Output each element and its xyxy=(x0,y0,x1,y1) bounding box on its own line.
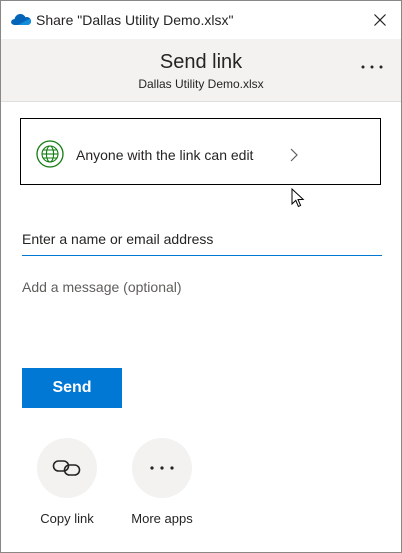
onedrive-cloud-icon xyxy=(11,14,32,25)
mouse-cursor-icon xyxy=(291,188,305,208)
copy-link-circle[interactable] xyxy=(37,438,97,498)
share-dialog: Share "Dallas Utility Demo.xlsx" Send li… xyxy=(0,0,402,553)
more-apps-circle[interactable] xyxy=(132,438,192,498)
title-bar: Share "Dallas Utility Demo.xlsx" xyxy=(1,1,401,39)
copy-link-label: Copy link xyxy=(40,511,94,526)
globe-icon xyxy=(36,140,64,168)
send-button[interactable]: Send xyxy=(22,368,122,408)
chevron-right-icon xyxy=(290,148,298,162)
close-icon xyxy=(374,14,386,26)
dialog-title: Send link xyxy=(159,51,243,73)
file-name: Dallas Utility Demo.xlsx xyxy=(138,77,264,91)
link-icon xyxy=(52,460,81,476)
link-permission-label: Anyone with the link can edit xyxy=(76,147,254,163)
message-input[interactable] xyxy=(22,279,382,349)
more-apps-label: More apps xyxy=(131,511,193,526)
more-options-button[interactable] xyxy=(357,57,387,77)
close-button[interactable] xyxy=(367,7,393,33)
copy-link-option[interactable]: Copy link xyxy=(22,438,112,538)
recipient-input[interactable] xyxy=(22,223,382,256)
link-settings-button[interactable]: Anyone with the link can edit xyxy=(20,118,381,185)
dialog-header: Send link Dallas Utility Demo.xlsx xyxy=(1,39,401,102)
window-title: Share "Dallas Utility Demo.xlsx" xyxy=(36,12,234,28)
ellipsis-icon xyxy=(150,466,174,470)
more-options-icon xyxy=(361,65,383,69)
more-apps-option[interactable]: More apps xyxy=(117,438,207,538)
